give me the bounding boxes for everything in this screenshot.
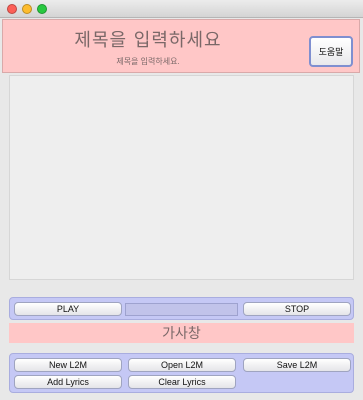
stop-button[interactable]: STOP: [243, 302, 351, 316]
clear-lyrics-button[interactable]: Clear Lyrics: [128, 375, 236, 389]
save-l2m-button[interactable]: Save L2M: [243, 358, 351, 372]
open-l2m-button[interactable]: Open L2M: [128, 358, 236, 372]
new-l2m-button[interactable]: New L2M: [14, 358, 122, 372]
main-display-area: [9, 75, 354, 280]
playback-progress-bar[interactable]: [125, 303, 238, 316]
playback-control-panel: PLAY STOP: [9, 297, 354, 320]
close-window-button[interactable]: [7, 4, 17, 14]
lyrics-display: 가사창: [9, 323, 354, 343]
song-subtitle: 제목을 입력하세요.: [116, 57, 180, 66]
play-button[interactable]: PLAY: [14, 302, 122, 316]
zoom-window-button[interactable]: [37, 4, 47, 14]
minimize-window-button[interactable]: [22, 4, 32, 14]
window-titlebar: [0, 0, 363, 18]
file-actions-panel: New L2M Open L2M Save L2M Add Lyrics Cle…: [9, 353, 354, 393]
help-button[interactable]: 도움말: [309, 36, 353, 67]
add-lyrics-button[interactable]: Add Lyrics: [14, 375, 122, 389]
title-header: 제목을 입력하세요 제목을 입력하세요. 도움말: [2, 19, 360, 73]
song-title: 제목을 입력하세요: [74, 30, 222, 51]
